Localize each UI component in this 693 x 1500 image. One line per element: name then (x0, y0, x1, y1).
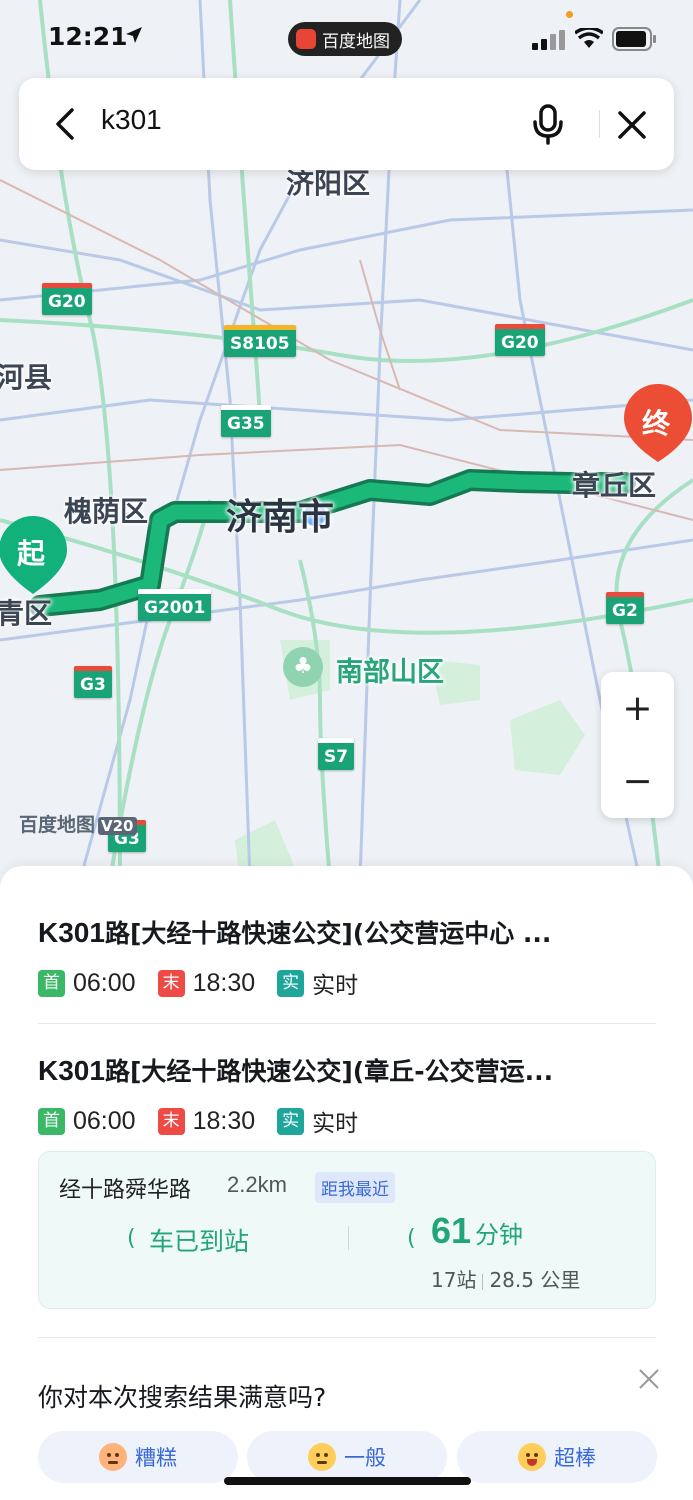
realtime-label: 实时 (312, 973, 359, 999)
eta-unit: 分钟 (475, 1221, 524, 1249)
district-label: 章丘区 (572, 469, 657, 502)
first-bus-time: 06:00 (73, 1106, 136, 1135)
route-code: K301 (38, 917, 105, 948)
nearest-badge: 距我最近 (315, 1172, 395, 1203)
route-code: K301 (38, 1055, 105, 1086)
angry-face-icon (99, 1443, 127, 1471)
trip-summary: 17站 28.5 公里 (431, 1264, 580, 1293)
nearest-station-card[interactable]: 经十路舜华路 2.2km 距我最近 ( 车已到站 ( 61 分钟 17站 28.5 … (38, 1151, 656, 1309)
survey-option-label: 超棒 (554, 1446, 596, 1470)
results-sheet: K301路[大经十路快速公交](公交营运中心 ... 首 06:00 末 18:… (0, 866, 693, 1500)
trip-distance: 28.5 公里 (489, 1268, 581, 1292)
survey-close-icon[interactable] (636, 1366, 662, 1392)
watermark-text: 百度地图 (19, 814, 96, 836)
start-marker-label: 起 (17, 537, 46, 570)
road-shield: G35 (221, 405, 271, 437)
map-watermark: 百度地图 V20 (19, 810, 137, 837)
survey-bad-button[interactable]: 糟糕 (38, 1431, 238, 1483)
district-label: 青区 (0, 597, 53, 630)
road-shield: G3 (74, 666, 112, 698)
eta-minutes: 61 (431, 1210, 472, 1251)
district-label: 槐荫区 (64, 495, 149, 528)
road-shield: G20 (42, 283, 92, 315)
app-name: 百度地图 (322, 31, 390, 52)
first-bus-tag: 首 (38, 1107, 65, 1135)
first-bus-time: 06:00 (73, 968, 136, 997)
survey-great-button[interactable]: 超棒 (457, 1431, 657, 1483)
search-divider (599, 110, 600, 138)
back-arrow-icon[interactable] (47, 104, 87, 144)
survey-question: 你对本次搜索结果满意吗? (38, 1383, 327, 1412)
zoom-controls: + − (601, 672, 674, 818)
zoom-out-button[interactable]: − (601, 745, 674, 818)
station-distance: 2.2km (227, 1172, 287, 1197)
stop-count: 17站 (431, 1268, 477, 1292)
park-icon: ♣ (283, 647, 323, 687)
last-bus-tag: 末 (157, 1107, 185, 1135)
route-result[interactable]: K301路[大经十路快速公交](公交营运中心 ... 首 06:00 末 18:… (38, 914, 656, 1000)
road-shield: S8105 (224, 325, 296, 357)
watermark-version: V20 (98, 817, 137, 835)
search-bar[interactable]: k301 (19, 78, 674, 170)
route-schedule: 首 06:00 末 18:30 实 实时 (38, 966, 656, 1000)
wifi-icon (575, 28, 603, 48)
end-marker-label: 终 (642, 407, 671, 440)
last-bus-tag: 末 (157, 969, 185, 997)
road-shield: G20 (495, 324, 545, 356)
eta: 61 分钟 (431, 1210, 523, 1252)
survey-option-label: 一般 (344, 1446, 386, 1470)
route-result[interactable]: K301路[大经十路快速公交](章丘-公交营运... 首 06:00 末 18:… (38, 1052, 656, 1138)
neutral-face-icon (308, 1443, 336, 1471)
first-bus-tag: 首 (38, 969, 65, 997)
divider (38, 1337, 656, 1338)
realtime-signal-icon: ( (407, 1226, 416, 1251)
baidu-map-logo-icon (296, 29, 316, 49)
app-indicator[interactable]: 百度地图 (288, 22, 402, 56)
signal-icon (532, 30, 565, 50)
survey-option-label: 糟糕 (135, 1446, 177, 1470)
route-title: K301路[大经十路快速公交](公交营运中心 ... (38, 914, 648, 950)
privacy-indicator-icon (566, 11, 573, 18)
survey-ok-button[interactable]: 一般 (247, 1431, 447, 1483)
park-label: 南部山区 (336, 657, 444, 688)
arrival-status: 车已到站 (149, 1227, 250, 1256)
realtime-tag: 实 (277, 969, 305, 997)
route-title-text: 路[大经十路快速公交](公交营运中心 ... (104, 919, 552, 948)
last-bus-time: 18:30 (192, 1106, 256, 1135)
home-indicator[interactable] (224, 1477, 471, 1485)
realtime-label: 实时 (312, 1111, 359, 1137)
station-name: 经十路舜华路 (59, 1178, 192, 1203)
location-arrow-icon (126, 27, 142, 43)
district-label: 河县 (0, 361, 53, 394)
realtime-tag: 实 (277, 1107, 305, 1135)
route-schedule: 首 06:00 末 18:30 实 实时 (38, 1104, 656, 1138)
happy-face-icon (518, 1443, 546, 1471)
search-input[interactable]: k301 (101, 104, 162, 136)
zoom-in-button[interactable]: + (601, 672, 674, 745)
route-title-text: 路[大经十路快速公交](章丘-公交营运... (104, 1057, 554, 1086)
road-shield: S7 (318, 738, 355, 770)
last-bus-time: 18:30 (192, 968, 256, 997)
city-label: 济南市 (226, 497, 335, 538)
road-shield: G2001 (138, 589, 212, 621)
divider (38, 1023, 656, 1024)
close-icon[interactable] (609, 102, 655, 148)
realtime-signal-icon: ( (127, 1226, 136, 1251)
microphone-icon[interactable] (524, 100, 572, 148)
card-divider (348, 1226, 349, 1250)
battery-icon (612, 27, 656, 51)
route-title: K301路[大经十路快速公交](章丘-公交营运... (38, 1052, 648, 1088)
status-bar: 12:21 百度地图 (0, 0, 693, 70)
road-shield: G2 (606, 592, 644, 624)
status-time: 12:21 (48, 22, 128, 51)
